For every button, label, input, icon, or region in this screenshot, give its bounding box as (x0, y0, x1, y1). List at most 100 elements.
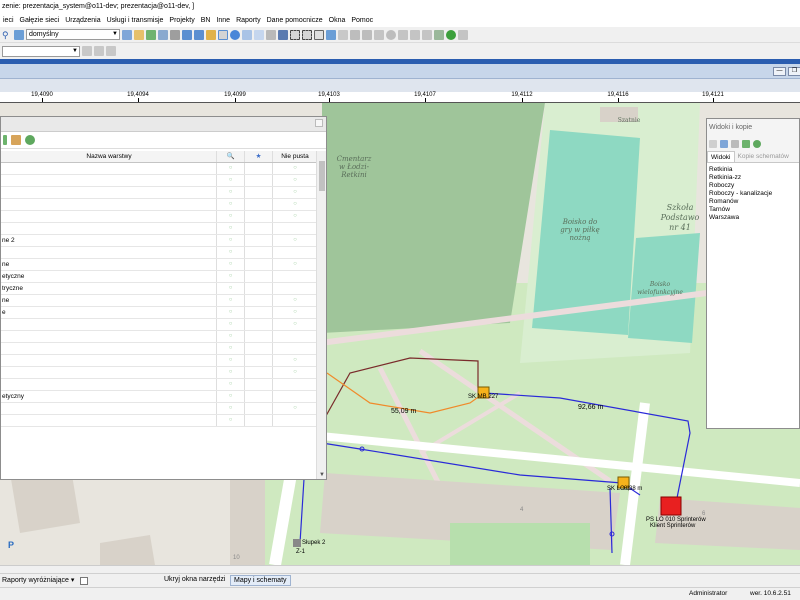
table-row[interactable]: ○ ○ (1, 175, 317, 187)
favorite-toggle[interactable] (245, 187, 273, 198)
favorite-toggle[interactable] (245, 259, 273, 270)
add-view-icon[interactable] (709, 140, 717, 148)
circle-icon[interactable] (386, 29, 396, 40)
favorite-toggle[interactable] (245, 235, 273, 246)
favorite-toggle[interactable] (245, 175, 273, 186)
favorite-toggle[interactable] (245, 415, 273, 426)
menu-other[interactable]: Inne (213, 17, 233, 24)
minimize-icon[interactable]: — (773, 67, 786, 76)
tab-views[interactable]: Widoki (707, 151, 735, 162)
visibility-toggle[interactable]: ○ (217, 211, 245, 222)
table-row[interactable]: tryczne ○ (1, 283, 317, 295)
copy-icon[interactable] (398, 29, 408, 40)
visibility-toggle[interactable]: ○ (217, 319, 245, 330)
table-row[interactable]: ne ○ ○ (1, 295, 317, 307)
apply-view-icon[interactable] (742, 140, 750, 148)
zoom-in-icon[interactable] (182, 29, 192, 40)
table-row[interactable]: ○ (1, 247, 317, 259)
visibility-toggle[interactable]: ○ (217, 367, 245, 378)
visibility-toggle[interactable]: ○ (217, 187, 245, 198)
visibility-toggle[interactable]: ○ (217, 199, 245, 210)
visibility-toggle[interactable]: ○ (217, 391, 245, 402)
delete-icon[interactable] (374, 29, 384, 40)
layers-panel-header[interactable] (1, 117, 326, 132)
table-row[interactable]: ne 2 ○ ○ (1, 235, 317, 247)
table-row[interactable]: ○ ○ (1, 187, 317, 199)
restore-icon[interactable]: ❐ (788, 67, 800, 76)
favorite-toggle[interactable] (245, 271, 273, 282)
menu-devices[interactable]: Urządzenia (62, 17, 103, 24)
table-row[interactable]: etyczny ○ (1, 391, 317, 403)
list-item[interactable]: Warszawa (709, 214, 797, 222)
visibility-toggle[interactable]: ○ (217, 235, 245, 246)
menu-aux-data[interactable]: Dane pomocnicze (264, 17, 326, 24)
hide-tool-windows-button[interactable]: Ukryj okna narzędzi (164, 576, 225, 583)
menu-network[interactable]: ieci (0, 17, 17, 24)
favorite-toggle[interactable] (245, 319, 273, 330)
map-icon[interactable] (146, 29, 156, 40)
polyline-tool-icon[interactable] (94, 46, 104, 56)
search-icon[interactable]: 🔍 (217, 151, 245, 162)
list-icon[interactable] (242, 29, 252, 40)
properties-icon[interactable] (11, 135, 21, 145)
save-view-icon[interactable] (720, 140, 728, 148)
visibility-toggle[interactable]: ○ (217, 163, 245, 174)
close-icon[interactable] (315, 119, 323, 127)
tab-maps-schemas[interactable]: Mapy i schematy (230, 575, 291, 586)
list-item[interactable]: Retkinia-zz (709, 174, 797, 182)
zoom-out-icon[interactable] (194, 29, 204, 40)
list-item[interactable]: Roboczy (709, 182, 797, 190)
favorite-toggle[interactable] (245, 391, 273, 402)
list-item[interactable]: Roboczy - kanalizacje (709, 190, 797, 198)
menu-bn[interactable]: BN (198, 17, 214, 24)
print-icon[interactable] (170, 29, 180, 40)
list-item[interactable]: Tarnów (709, 206, 797, 214)
visibility-toggle[interactable]: ○ (217, 307, 245, 318)
tree-icon[interactable] (434, 29, 444, 40)
layer-picker-icon[interactable] (14, 29, 24, 40)
chevron-down-icon[interactable]: ▼ (319, 472, 325, 478)
grid-icon[interactable] (158, 29, 168, 40)
visibility-toggle[interactable]: ○ (217, 223, 245, 234)
column-header-nonempty[interactable]: Nie pusta (273, 151, 317, 162)
visibility-toggle[interactable]: ○ (217, 343, 245, 354)
layer-combo[interactable]: ▼ (2, 45, 80, 57)
arrange-icon[interactable] (422, 29, 432, 40)
favorite-toggle[interactable] (245, 163, 273, 174)
table-row[interactable]: ○ (1, 223, 317, 235)
layout-icon[interactable] (254, 29, 264, 40)
reports-checkbox[interactable] (80, 577, 88, 585)
table-row[interactable]: ○ ○ (1, 211, 317, 223)
visibility-toggle[interactable]: ○ (217, 283, 245, 294)
select-icon[interactable] (218, 29, 228, 40)
visibility-toggle[interactable]: ○ (217, 175, 245, 186)
favorite-toggle[interactable] (245, 295, 273, 306)
table-row[interactable]: ○ (1, 343, 317, 355)
table-row[interactable]: ○ (1, 331, 317, 343)
favorite-toggle[interactable] (245, 247, 273, 258)
visibility-toggle[interactable]: ○ (217, 271, 245, 282)
corner-icon[interactable] (278, 29, 288, 40)
table-row[interactable]: ne ○ ○ (1, 259, 317, 271)
table-row[interactable]: ○ ○ (1, 199, 317, 211)
reports-dropdown[interactable]: Raporty wyróżniające ▾ (2, 576, 74, 584)
visibility-toggle[interactable]: ○ (217, 415, 245, 426)
favorite-toggle[interactable] (245, 211, 273, 222)
table-row[interactable]: e ○ ○ (1, 307, 317, 319)
favorite-toggle[interactable] (245, 403, 273, 414)
folder-icon[interactable] (134, 29, 144, 40)
globe-icon[interactable] (446, 29, 456, 40)
scroll-thumb[interactable] (319, 161, 325, 191)
favorite-toggle[interactable] (245, 307, 273, 318)
favorite-toggle[interactable] (245, 355, 273, 366)
route-icon[interactable] (326, 29, 336, 40)
layers-scrollbar[interactable]: ▼ (316, 151, 326, 479)
star-icon[interactable]: ★ (245, 151, 273, 162)
menu-windows[interactable]: Okna (326, 17, 349, 24)
favorite-toggle[interactable] (245, 199, 273, 210)
table-row[interactable]: ○ ○ (1, 355, 317, 367)
cut-icon[interactable] (410, 29, 420, 40)
link-icon[interactable] (362, 29, 372, 40)
delete-view-icon[interactable] (731, 140, 739, 148)
menu-help[interactable]: Pomoc (348, 17, 376, 24)
